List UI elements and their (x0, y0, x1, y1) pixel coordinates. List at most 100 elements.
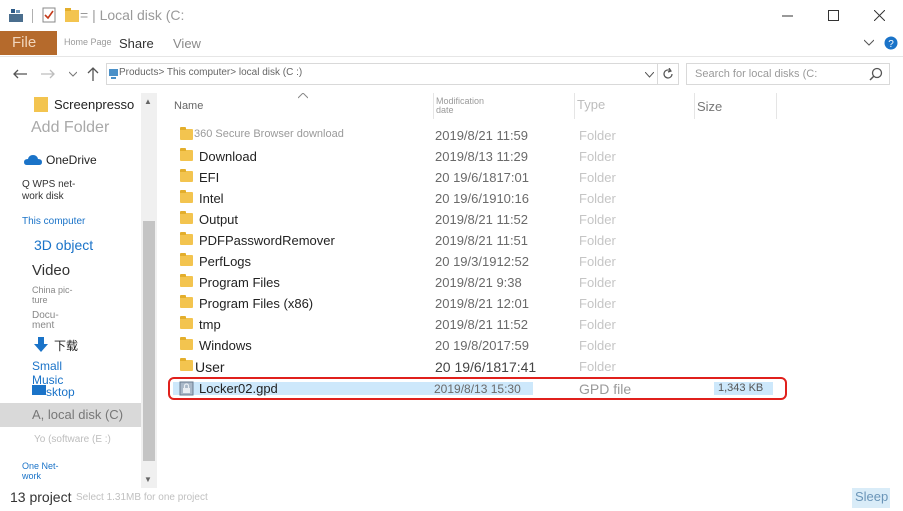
table-row[interactable]: Program Files 2019/8/21 9:38 Folder (168, 272, 788, 293)
table-row[interactable]: Download 2019/8/13 11:29 Folder (168, 146, 788, 167)
forward-arrow-icon[interactable] (41, 69, 55, 79)
tab-share[interactable]: Share (119, 36, 154, 51)
svg-text:?: ? (888, 39, 894, 50)
table-row[interactable]: User 20 19/6/1817:41 Folder (168, 356, 788, 377)
close-button[interactable] (856, 0, 902, 31)
minimize-button[interactable] (764, 0, 810, 31)
title-separator (32, 9, 33, 23)
row-type: Folder (579, 338, 616, 353)
address-dropdown-icon[interactable] (645, 72, 654, 78)
search-placeholder: Search for local disks (C: (695, 68, 818, 80)
table-row[interactable]: Windows 20 19/8/2017:59 Folder (168, 335, 788, 356)
nav-item-video[interactable]: Video (32, 262, 70, 279)
row-name: Program Files (199, 275, 280, 290)
nav-scrollbar[interactable]: ▲ ▼ (141, 93, 157, 488)
row-date: 2019/8/21 11:51 (435, 233, 529, 248)
column-size[interactable]: Size (697, 99, 722, 114)
status-bar: 13 project Select 1.31MB for one project… (0, 488, 903, 511)
nav-item-network-line2[interactable]: work (22, 471, 41, 481)
nav-item-documents-line2[interactable]: ment (32, 320, 54, 331)
sleep-button[interactable]: Sleep (852, 488, 890, 508)
nav-item-this-computer[interactable]: This computer (22, 216, 85, 227)
row-type: Folder (579, 128, 616, 143)
nav-item-pictures-line2[interactable]: ture (32, 295, 48, 305)
table-row[interactable]: Intel 20 19/6/1910:16 Folder (168, 188, 788, 209)
folder-icon (180, 190, 193, 203)
add-folder-button[interactable]: Add Folder (31, 119, 109, 137)
folder-icon (180, 358, 193, 371)
nav-item-downloads[interactable]: 下载 (54, 337, 78, 354)
tab-home[interactable]: Home Page (64, 37, 112, 47)
row-date: 2019/8/21 11:59 (435, 128, 529, 143)
row-type: Folder (579, 233, 616, 248)
nav-item-software[interactable]: Yo (software (E :) (34, 434, 111, 445)
scroll-thumb[interactable] (143, 221, 155, 461)
row-type: Folder (579, 170, 616, 185)
properties-icon[interactable] (42, 7, 56, 23)
nav-item-network-line1[interactable]: One Net- (22, 461, 59, 471)
selected-file-name: Locker02.gpd (199, 381, 278, 396)
folder-icon (180, 211, 193, 224)
file-list: Name Modification date Type Size 360 Sec… (160, 93, 903, 488)
selected-file-size: 1,343 KB (718, 382, 764, 394)
folder-icon (180, 316, 193, 329)
ribbon-expand-icon[interactable] (864, 39, 874, 47)
column-separator[interactable] (574, 93, 575, 119)
file-tab[interactable]: File (0, 31, 57, 55)
locked-file-icon (179, 381, 194, 396)
help-icon[interactable]: ? (884, 36, 898, 50)
folder-icon (180, 295, 193, 308)
row-name: PerfLogs (199, 254, 252, 269)
refresh-icon (663, 68, 673, 79)
recent-locations-icon[interactable] (69, 71, 77, 77)
nav-item-screenpresso[interactable]: Screenpresso (54, 97, 134, 112)
minimize-icon (781, 15, 793, 17)
address-bar[interactable]: Products> This computer> local disk (C :… (106, 63, 658, 85)
column-name[interactable]: Name (174, 100, 203, 112)
table-row[interactable]: tmp 2019/8/21 11:52 Folder (168, 314, 788, 335)
column-separator[interactable] (776, 93, 777, 119)
title-bar: = | Local disk (C: (0, 0, 903, 31)
table-row[interactable]: PDFPasswordRemover 2019/8/21 11:51 Folder (168, 230, 788, 251)
row-type: Folder (579, 296, 616, 311)
nav-item-3d-object[interactable]: 3D object (34, 237, 93, 253)
row-date: 2019/8/13 11:29 (435, 149, 529, 164)
maximize-button[interactable] (810, 0, 856, 31)
row-type: Folder (579, 254, 616, 269)
table-row[interactable]: 360 Secure Browser download 2019/8/21 11:… (168, 125, 788, 146)
nav-item-desktop[interactable]: sktop (46, 385, 75, 399)
table-row[interactable]: Program Files (x86) 2019/8/21 12:01 Folder (168, 293, 788, 314)
row-date: 2019/8/21 11:52 (435, 317, 529, 332)
nav-item-wps-line2[interactable]: work disk (22, 191, 64, 202)
computer-icon (109, 69, 118, 79)
row-date: 20 19/6/1817:01 (435, 170, 529, 185)
nav-item-music-line1[interactable]: Small (32, 359, 62, 373)
folder-icon (180, 337, 193, 350)
column-type[interactable]: Type (577, 97, 605, 112)
search-input[interactable]: Search for local disks (C: (686, 63, 890, 85)
back-arrow-icon[interactable] (13, 69, 27, 79)
row-date: 20 19/6/1817:41 (435, 359, 537, 375)
search-icon[interactable] (869, 67, 883, 81)
column-separator[interactable] (433, 93, 434, 119)
column-separator[interactable] (694, 93, 695, 119)
up-arrow-icon[interactable] (87, 67, 99, 81)
explorer-app-icon[interactable] (9, 8, 25, 22)
tab-view[interactable]: View (173, 36, 201, 51)
nav-item-pictures-line1[interactable]: China pic- (32, 285, 73, 295)
nav-item-local-disk[interactable]: A, local disk (C) (32, 407, 123, 422)
scroll-up-icon[interactable]: ▲ (144, 97, 152, 106)
folder-icon (180, 232, 193, 245)
nav-item-onedrive[interactable]: OneDrive (46, 153, 97, 167)
selected-file-row[interactable]: Locker02.gpd 2019/8/13 15:30 GPD file 1,… (168, 377, 787, 400)
nav-item-wps-line1[interactable]: Q WPS net- (22, 179, 75, 190)
table-row[interactable]: Output 2019/8/21 11:52 Folder (168, 209, 788, 230)
refresh-button[interactable] (658, 63, 679, 85)
table-row[interactable]: EFI 20 19/6/1817:01 Folder (168, 167, 788, 188)
column-date-line2[interactable]: date (436, 105, 454, 115)
new-folder-quick-icon[interactable] (65, 8, 79, 22)
row-type: Folder (579, 191, 616, 206)
scroll-down-icon[interactable]: ▼ (144, 475, 152, 484)
download-arrow-icon (34, 337, 48, 352)
table-row[interactable]: PerfLogs 20 19/3/1912:52 Folder (168, 251, 788, 272)
